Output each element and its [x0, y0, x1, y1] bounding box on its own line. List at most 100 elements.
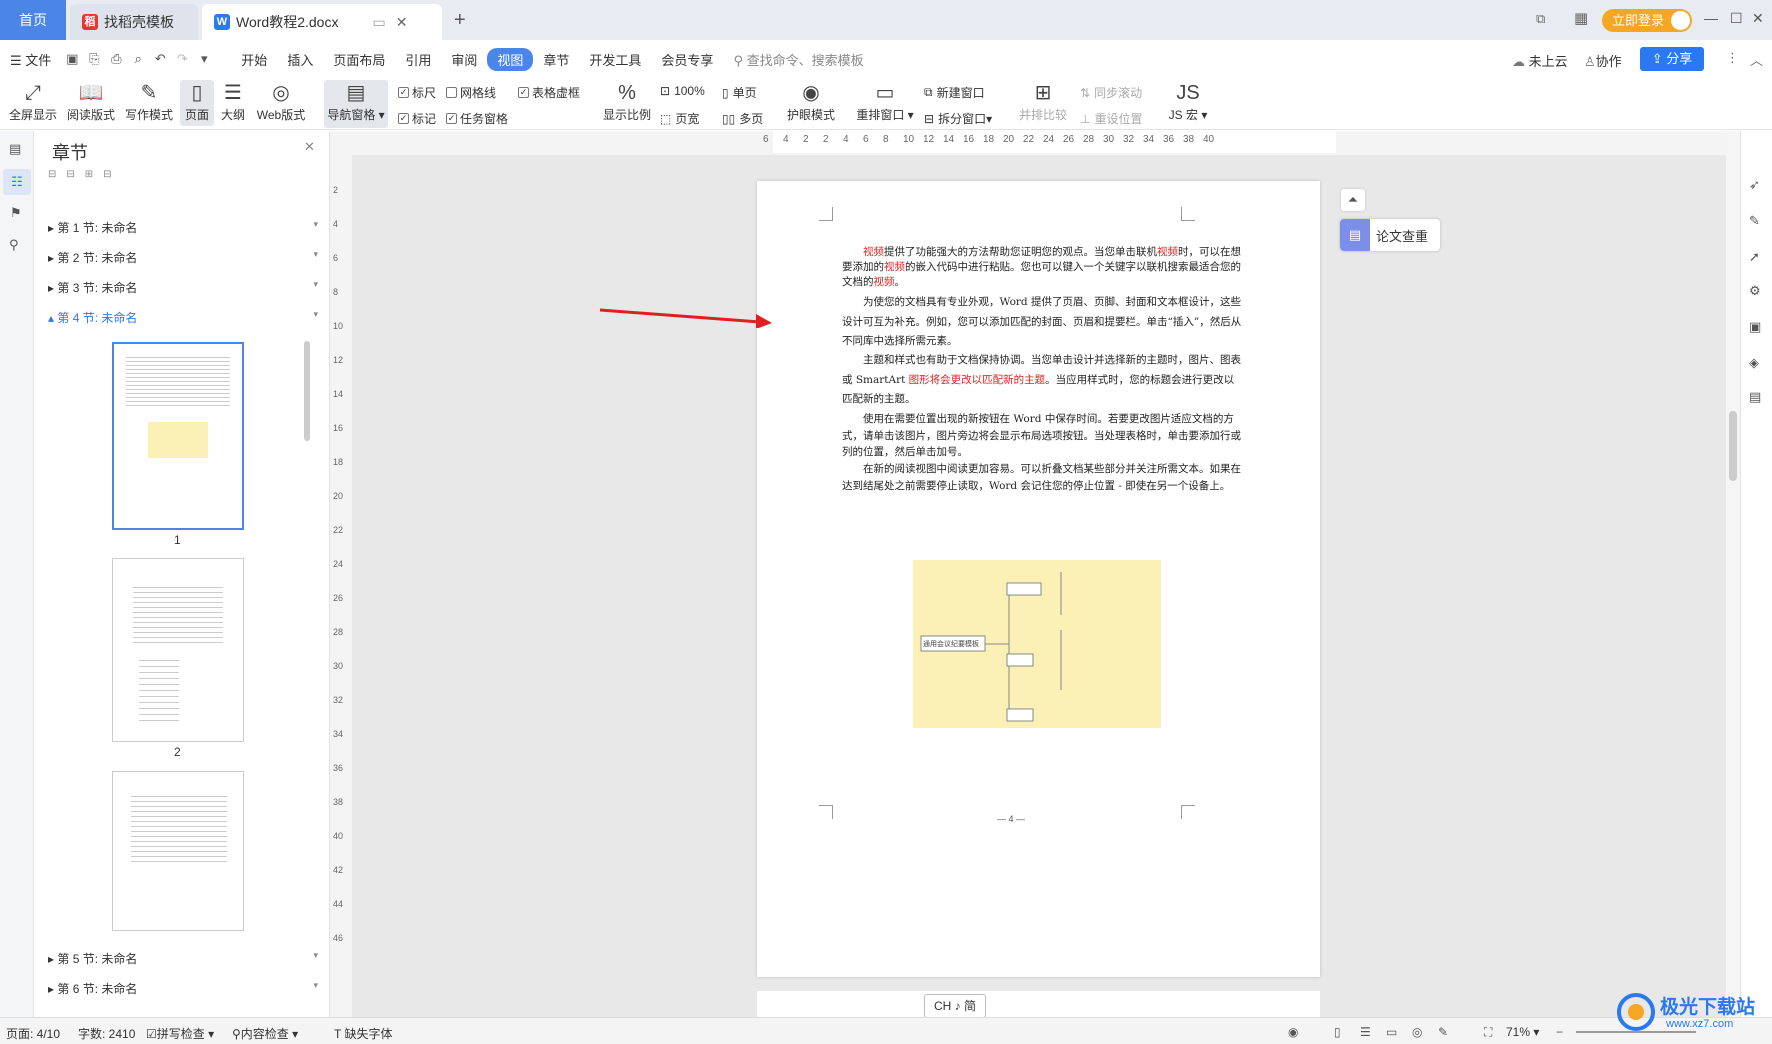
- more-quick-icon[interactable]: ▾: [193, 48, 215, 70]
- float-icon[interactable]: ▭: [372, 14, 385, 31]
- preview-icon[interactable]: ⌕: [127, 48, 149, 70]
- export-icon[interactable]: ⎘: [83, 48, 105, 70]
- eyecare-button[interactable]: ◉ 护眼模式: [786, 80, 836, 123]
- rearrange-button[interactable]: ▭ 重排窗口 ▾: [854, 80, 916, 123]
- spell-check-button[interactable]: ☑拼写检查 ▾: [146, 1025, 214, 1042]
- page-count[interactable]: 页面: 4/10: [6, 1025, 60, 1042]
- horizontal-ruler[interactable]: 6 4 2 2 4 6 8 10 12 14 16 18 20 22 24 26 28 30 32 34 36 38 40: [330, 131, 1726, 155]
- maximize-icon[interactable]: ☐: [1730, 10, 1743, 27]
- section-3[interactable]: ▸ 第 3 节: 未命名 ▾: [48, 279, 318, 296]
- tab-document[interactable]: W Word教程2.docx ▭ ✕: [202, 4, 442, 40]
- close-pane-icon[interactable]: ✕: [304, 139, 315, 155]
- save-icon[interactable]: ▣: [61, 48, 83, 70]
- paragraph-3[interactable]: 主题和样式也有助于文档保持协调。当您单击设计并选择新的主题时，图片、图表或 Sm…: [842, 351, 1242, 410]
- menu-insert[interactable]: 插入: [277, 50, 323, 69]
- split-window-button[interactable]: ⊟ 拆分窗口 ▾: [924, 110, 992, 127]
- mindmap-image[interactable]: 通用会议纪要模板: [913, 560, 1161, 728]
- writemode-button[interactable]: ✎ 写作模式: [124, 80, 174, 123]
- document-page[interactable]: 视频提供了功能强大的方法帮助您证明您的观点。当您单击联机视频时，可以在想要添加的…: [757, 181, 1320, 977]
- pane-scrollbar[interactable]: [304, 341, 310, 441]
- menu-member[interactable]: 会员专享: [651, 50, 723, 69]
- chapter-nav-icon[interactable]: ☷: [3, 169, 31, 195]
- location-icon[interactable]: ◈: [1749, 355, 1759, 371]
- ime-indicator[interactable]: CH ♪ 简: [924, 994, 986, 1018]
- collapse-ribbon-icon[interactable]: ︿: [1750, 50, 1763, 69]
- minimize-icon[interactable]: —: [1704, 10, 1718, 26]
- chevron-down-icon[interactable]: ▾: [313, 249, 318, 260]
- login-button[interactable]: 立即登录: [1602, 9, 1693, 32]
- nav-pane-button[interactable]: ▤ 导航窗格 ▾: [324, 80, 388, 128]
- menu-layout[interactable]: 页面布局: [323, 50, 395, 69]
- menu-start[interactable]: 开始: [231, 50, 277, 69]
- paper-check-button[interactable]: ▤ 论文查重: [1340, 219, 1440, 251]
- adjust-icon[interactable]: ⚙: [1749, 283, 1761, 299]
- js-macro-button[interactable]: JS JS 宏 ▾: [1166, 80, 1210, 123]
- reset-pos-button[interactable]: ⊥ 重设位置: [1080, 110, 1142, 127]
- share-button[interactable]: ⇪ 分享: [1640, 47, 1704, 71]
- fullscreen-button[interactable]: ⤢ 全屏显示: [8, 80, 58, 123]
- outline-button[interactable]: ☰ 大纲: [218, 80, 248, 123]
- marks-checkbox[interactable]: ✓ 标记: [398, 110, 436, 127]
- content-check-button[interactable]: ⚲内容检查 ▾: [232, 1025, 298, 1042]
- reader-icon[interactable]: ▤: [1749, 389, 1761, 405]
- page-view-icon[interactable]: ▯: [1334, 1025, 1341, 1039]
- word-count[interactable]: 字数: 2410: [78, 1025, 135, 1042]
- new-window-button[interactable]: ⧉ 新建窗口: [924, 84, 985, 101]
- chevron-down-icon[interactable]: ▾: [313, 950, 318, 961]
- more-icon[interactable]: ⋮: [1726, 50, 1739, 66]
- single-page-button[interactable]: ▯ 单页: [722, 84, 757, 101]
- file-menu[interactable]: ☰ 文件: [0, 50, 61, 69]
- undo-icon[interactable]: ↶: [149, 48, 171, 70]
- menu-review[interactable]: 审阅: [441, 50, 487, 69]
- page-thumbnail[interactable]: [112, 342, 244, 530]
- taskpane-checkbox[interactable]: ✓ 任务窗格: [446, 110, 508, 127]
- rocket-icon[interactable]: ➶: [1749, 177, 1760, 193]
- tab-template[interactable]: 稻找稻壳模板: [70, 4, 198, 40]
- ruler-checkbox[interactable]: ✓ 标尺: [398, 84, 436, 101]
- missing-font-button[interactable]: T 缺失字体: [334, 1025, 392, 1042]
- zoom-out-icon[interactable]: −: [1556, 1025, 1563, 1039]
- vertical-ruler[interactable]: 2 4 6 8 10 12 14 16 18 20 22 24 26 28 30 32 34 36 38 40 42 44…: [330, 155, 352, 1017]
- scroll-thumb[interactable]: [1729, 411, 1737, 481]
- multi-page-button[interactable]: ▯▯ 多页: [722, 110, 763, 127]
- pagewidth-button[interactable]: ⬚ 页宽: [660, 110, 699, 127]
- chevron-down-icon[interactable]: ▾: [313, 279, 318, 290]
- zoom-100-button[interactable]: ⊡ 100%: [660, 84, 705, 98]
- gridlines-checkbox[interactable]: 网格线: [446, 84, 496, 101]
- fit-icon[interactable]: ⛶: [1484, 1025, 1492, 1040]
- chevron-down-icon[interactable]: ▾: [313, 309, 318, 320]
- menu-section[interactable]: 章节: [533, 50, 579, 69]
- edit-icon[interactable]: ✎: [1749, 213, 1760, 229]
- side-by-side-button[interactable]: ⊞ 并排比较: [1018, 80, 1068, 123]
- page-view-button[interactable]: ▯ 页面: [180, 80, 214, 126]
- chevron-down-icon[interactable]: ▾: [313, 980, 318, 991]
- zoom-level[interactable]: 71% ▾: [1506, 1025, 1539, 1039]
- menu-view[interactable]: 视图: [487, 47, 534, 71]
- tab-home[interactable]: 首页: [0, 0, 66, 40]
- readmode-button[interactable]: 📖 阅读版式: [66, 80, 116, 123]
- image-icon[interactable]: ▣: [1749, 319, 1761, 335]
- section-5[interactable]: ▸ 第 5 节: 未命名 ▾: [48, 950, 318, 967]
- section-1[interactable]: ▸ 第 1 节: 未命名 ▾: [48, 219, 318, 236]
- find-icon[interactable]: ⚲: [9, 237, 19, 253]
- paragraph-2[interactable]: 为使您的文档具有专业外观，Word 提供了页眉、页脚、封面和文本框设计，这些设计…: [842, 293, 1242, 352]
- section-4[interactable]: ▴ 第 4 节: 未命名 ▾: [48, 309, 318, 326]
- bookmark-icon[interactable]: ⚑: [10, 205, 22, 221]
- cloud-status[interactable]: ☁ 未上云: [1512, 51, 1568, 70]
- book-icon[interactable]: ▭: [1386, 1025, 1397, 1039]
- new-tab-icon[interactable]: +: [442, 0, 478, 40]
- menu-reference[interactable]: 引用: [395, 50, 441, 69]
- select-icon[interactable]: ➚: [1749, 249, 1760, 265]
- collapse-float-icon[interactable]: ⏶: [1341, 189, 1365, 211]
- sync-scroll-button[interactable]: ⇅ 同步滚动: [1080, 84, 1142, 101]
- doc-outline-icon[interactable]: ▤: [9, 141, 21, 157]
- tablegrid-checkbox[interactable]: ✓ 表格虚框: [518, 84, 580, 101]
- section-2[interactable]: ▸ 第 2 节: 未命名 ▾: [48, 249, 318, 266]
- menu-devtools[interactable]: 开发工具: [579, 50, 651, 69]
- chevron-down-icon[interactable]: ▾: [313, 219, 318, 230]
- paragraph-4[interactable]: 使用在需要位置出现的新按钮在 Word 中保存时间。若要更改图片适应文档的方式，…: [842, 411, 1242, 461]
- search-command[interactable]: ⚲ 查找命令、搜索模板: [723, 50, 873, 69]
- redo-icon[interactable]: ↷: [171, 48, 193, 70]
- outline-icon[interactable]: ☰: [1360, 1025, 1371, 1039]
- page-thumbnail[interactable]: [112, 558, 244, 742]
